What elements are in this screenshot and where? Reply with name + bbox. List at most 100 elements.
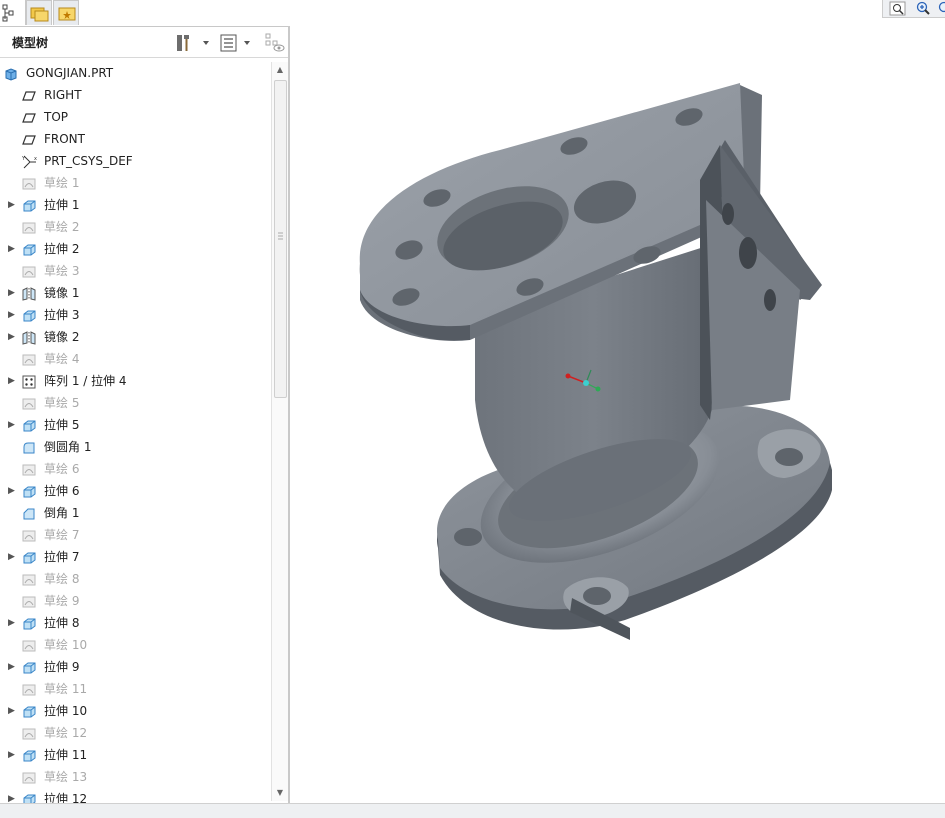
tree-item-label: 倒圆角 1 <box>44 436 91 458</box>
tree-item[interactable]: TOP <box>0 106 270 128</box>
part-icon <box>4 66 18 80</box>
panel-tabs <box>0 0 290 26</box>
tree-item[interactable]: 草绘 6 <box>0 458 270 480</box>
extrude-icon <box>22 242 36 256</box>
tree-item[interactable]: 草绘 13 <box>0 766 270 788</box>
extrude-icon <box>22 198 36 212</box>
sketch-icon <box>22 770 36 784</box>
sketch-icon <box>22 726 36 740</box>
tree-item[interactable]: 草绘 3 <box>0 260 270 282</box>
tree-item[interactable]: 草绘 1 <box>0 172 270 194</box>
expand-arrow-icon[interactable]: ▶ <box>8 700 16 722</box>
pattern-icon <box>22 374 36 388</box>
tree-item[interactable]: 草绘 12 <box>0 722 270 744</box>
tree-item[interactable]: 倒角 1 <box>0 502 270 524</box>
svg-text:x: x <box>34 156 37 162</box>
model-tree-icon <box>0 0 26 25</box>
tree-item[interactable]: 草绘 11 <box>0 678 270 700</box>
sketch-icon <box>22 682 36 696</box>
tree-item[interactable]: ▶ 拉伸 8 <box>0 612 270 634</box>
expand-arrow-icon[interactable]: ▶ <box>8 304 16 326</box>
expand-arrow-icon[interactable]: ▶ <box>8 612 16 634</box>
expand-arrow-icon[interactable]: ▶ <box>8 194 16 216</box>
coordinate-system-icon: Yx <box>22 154 36 168</box>
tree-item[interactable]: ▶拉伸 5 <box>0 414 270 436</box>
tree-item-label: 草绘 7 <box>44 524 79 546</box>
tree-item-label: 拉伸 9 <box>44 656 79 678</box>
tree-scrollbar[interactable]: ▲ ▼ <box>271 62 288 801</box>
tree-item-label: 草绘 3 <box>44 260 79 282</box>
tab-model-tree[interactable] <box>0 0 26 25</box>
tree-item[interactable]: ▶拉伸 7 <box>0 546 270 568</box>
expand-arrow-icon[interactable]: ▶ <box>8 282 16 304</box>
zoom-window-icon[interactable] <box>887 0 909 16</box>
tree-item-label: 镜像 1 <box>44 282 79 304</box>
tree-item-label: 草绘 9 <box>44 590 79 612</box>
tree-item-label: PRT_CSYS_DEF <box>44 150 133 172</box>
tree-item[interactable]: 草绘 4 <box>0 348 270 370</box>
datum-plane-icon <box>22 88 36 102</box>
tree-item[interactable]: 草绘 9 <box>0 590 270 612</box>
tree-item-label: 拉伸 8 <box>44 612 79 634</box>
scroll-up-icon[interactable]: ▲ <box>272 62 288 78</box>
tree-item[interactable]: Yx PRT_CSYS_DEF <box>0 150 270 172</box>
tree-item-label: 草绘 6 <box>44 458 79 480</box>
tab-favorites[interactable] <box>53 0 79 25</box>
expand-arrow-icon[interactable]: ▶ <box>8 238 16 260</box>
tree-item[interactable]: 草绘 2 <box>0 216 270 238</box>
tree-item[interactable]: 草绘 10 <box>0 634 270 656</box>
tree-item[interactable]: RIGHT <box>0 84 270 106</box>
tree-item[interactable]: ▶ 镜像 2 <box>0 326 270 348</box>
sketch-icon <box>22 528 36 542</box>
extrude-icon <box>22 308 36 322</box>
sketch-icon <box>22 220 36 234</box>
expand-arrow-icon[interactable]: ▶ <box>8 744 16 766</box>
scroll-down-icon[interactable]: ▼ <box>272 785 288 801</box>
mirror-icon <box>22 330 36 344</box>
tree-item-label: FRONT <box>44 128 85 150</box>
scroll-thumb[interactable] <box>274 80 287 398</box>
expand-arrow-icon[interactable]: ▶ <box>8 480 16 502</box>
tree-item[interactable]: 倒圆角 1 <box>0 436 270 458</box>
tree-item-label: RIGHT <box>44 84 82 106</box>
tree-item[interactable]: FRONT <box>0 128 270 150</box>
view-toolbar <box>882 0 945 18</box>
tree-item-label: 阵列 1 / 拉伸 4 <box>44 370 127 392</box>
tree-item[interactable]: ▶拉伸 3 <box>0 304 270 326</box>
tree-item[interactable]: ▶拉伸 10 <box>0 700 270 722</box>
zoom-out-icon[interactable] <box>937 0 945 16</box>
tree-item-label: 镜像 2 <box>44 326 79 348</box>
zoom-in-icon[interactable] <box>912 0 934 16</box>
filter-visibility-icon[interactable] <box>264 32 286 57</box>
tree-item[interactable]: ▶ 镜像 1 <box>0 282 270 304</box>
expand-arrow-icon[interactable]: ▶ <box>8 414 16 436</box>
tree-item[interactable]: ▶拉伸 11 <box>0 744 270 766</box>
expand-arrow-icon[interactable]: ▶ <box>8 546 16 568</box>
tab-folder-browser[interactable] <box>26 0 52 25</box>
extrude-icon <box>22 616 36 630</box>
expand-arrow-icon[interactable]: ▶ <box>8 326 16 348</box>
round-icon <box>22 440 36 454</box>
tree-item-label: 草绘 5 <box>44 392 79 414</box>
expand-arrow-icon[interactable]: ▶ <box>8 656 16 678</box>
extrude-icon <box>22 704 36 718</box>
tree-item-label: 拉伸 1 <box>44 194 79 216</box>
tree-item[interactable]: ▶ 拉伸 1 <box>0 194 270 216</box>
tree-item-label: 拉伸 6 <box>44 480 79 502</box>
tree-item[interactable]: GONGJIAN.PRT <box>0 62 270 84</box>
tree-item[interactable]: ▶ 拉伸 6 <box>0 480 270 502</box>
tree-item[interactable]: 草绘 7 <box>0 524 270 546</box>
settings-tools-icon[interactable] <box>175 32 209 57</box>
extrude-icon <box>22 660 36 674</box>
graphics-viewport[interactable] <box>292 18 945 803</box>
sketch-icon <box>22 264 36 278</box>
sketch-icon <box>22 462 36 476</box>
tree-item[interactable]: ▶拉伸 2 <box>0 238 270 260</box>
extrude-icon <box>22 550 36 564</box>
tree-item[interactable]: ▶ 阵列 1 / 拉伸 4 <box>0 370 270 392</box>
show-list-icon[interactable] <box>219 32 253 57</box>
tree-item[interactable]: 草绘 8 <box>0 568 270 590</box>
tree-item[interactable]: ▶ 拉伸 9 <box>0 656 270 678</box>
expand-arrow-icon[interactable]: ▶ <box>8 370 16 392</box>
tree-item[interactable]: 草绘 5 <box>0 392 270 414</box>
